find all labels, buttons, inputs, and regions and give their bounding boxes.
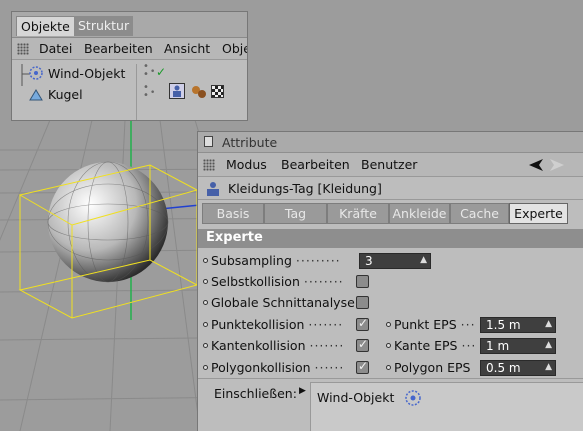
texture-tag-icon[interactable]: [211, 85, 224, 98]
menu-ansicht[interactable]: Ansicht: [164, 41, 210, 56]
punktkollision-row: Punktekollision ·······: [203, 317, 343, 332]
visibility-dots-icon[interactable]: • •: [143, 62, 149, 80]
cloth-tag-icon: [207, 182, 219, 196]
object-name-wind: Wind-Objekt: [48, 66, 126, 81]
selbstkollision-row: Selbstkollision ········: [203, 274, 344, 289]
animation-dot-icon[interactable]: [386, 322, 391, 327]
kante-eps-field[interactable]: 1 m ▲: [480, 338, 556, 354]
polygonkollision-row: Polygonkollision ······: [203, 360, 344, 375]
visibility-dots-icon[interactable]: • •: [143, 83, 149, 101]
kante-eps-value: 1 m: [486, 339, 510, 353]
menu-objekte[interactable]: Obje: [222, 41, 247, 56]
animation-dot-icon[interactable]: [203, 322, 208, 327]
enabled-check-icon[interactable]: ✓: [156, 65, 166, 79]
animation-dot-icon[interactable]: [203, 343, 208, 348]
polygonkollision-label: Polygonkollision: [211, 360, 311, 375]
subsampling-value: 3: [365, 254, 373, 268]
polygon-eps-value: 0.5 m: [486, 361, 521, 375]
object-name-kugel: Kugel: [48, 87, 83, 102]
tab-objekte[interactable]: Objekte: [16, 16, 75, 36]
material-tag-icon[interactable]: [190, 84, 208, 100]
visibility-dot-icon[interactable]: •: [150, 67, 155, 77]
punkt-eps-row: Punkt EPS ···: [386, 317, 476, 332]
section-title: Experte: [206, 230, 263, 245]
tab-cache[interactable]: Cache: [450, 203, 509, 224]
object-row-wind[interactable]: Wind-Objekt • • • ✓: [12, 62, 247, 120]
tab-ankleide[interactable]: Ankleide: [389, 203, 450, 224]
cloth-tag-icon[interactable]: [169, 83, 185, 99]
wind-object-icon: [29, 66, 43, 80]
punktkollision-checkbox[interactable]: [356, 316, 369, 331]
polygon-eps-row: Polygon EPS: [386, 360, 470, 375]
menu-datei[interactable]: Datei: [39, 41, 72, 56]
kantenkollision-row: Kantenkollision ·······: [203, 338, 344, 353]
menu-benutzer[interactable]: Benutzer: [361, 157, 417, 172]
globale-label: Globale Schnittanalyse: [211, 295, 355, 310]
animation-dot-icon[interactable]: [386, 365, 391, 370]
animation-dot-icon[interactable]: [203, 258, 208, 263]
subsampling-row: Subsampling ·········: [203, 253, 341, 268]
tab-tag[interactable]: Tag: [264, 203, 327, 224]
tag-header: Kleidungs-Tag [Kleidung]: [198, 178, 583, 200]
menu-bearbeiten[interactable]: Bearbeiten: [281, 157, 350, 172]
attribute-menubar: Modus Bearbeiten Benutzer: [198, 153, 583, 177]
panel-toggle-icon[interactable]: [204, 136, 213, 147]
punkt-eps-value: 1.5 m: [486, 318, 521, 332]
tab-experte[interactable]: Experte: [509, 203, 568, 224]
polygonkollision-checkbox[interactable]: [356, 359, 369, 374]
expand-arrow-icon[interactable]: ▶: [299, 386, 306, 396]
tab-struktur[interactable]: Struktur: [74, 16, 134, 36]
subsampling-field[interactable]: 3 ▲: [359, 253, 431, 269]
animation-dot-icon[interactable]: [203, 365, 208, 370]
attribute-manager-panel: Attribute Modus Bearbeiten Benutzer Klei…: [197, 131, 583, 431]
menu-modus[interactable]: Modus: [226, 157, 267, 172]
globale-row: Globale Schnittanalyse: [203, 295, 355, 310]
object-row-kugel[interactable]: Kugel • • •: [12, 83, 247, 105]
spinner-icon[interactable]: ▲: [545, 317, 552, 332]
grip-icon: [17, 43, 29, 55]
punkt-eps-field[interactable]: 1.5 m ▲: [480, 317, 556, 333]
subsampling-label: Subsampling: [211, 253, 292, 268]
kantenkollision-checkbox[interactable]: [356, 337, 369, 352]
polygon-eps-label: Polygon EPS: [394, 360, 471, 375]
wind-object-icon: [405, 390, 421, 406]
attribute-title-strip: Attribute: [198, 132, 583, 153]
globale-checkbox[interactable]: [356, 296, 369, 309]
spinner-icon[interactable]: ▲: [545, 338, 552, 353]
animation-dot-icon[interactable]: [203, 279, 208, 284]
kantenkollision-label: Kantenkollision: [211, 338, 306, 353]
punktkollision-label: Punktekollision: [211, 317, 305, 332]
attribute-tabs: Basis Tag Kräfte Ankleide Cache Experte: [202, 203, 568, 224]
object-manager-tabbar: Objekte Struktur: [12, 12, 247, 38]
spinner-icon[interactable]: ▲: [545, 360, 552, 375]
include-label: Einschließen:: [214, 386, 297, 401]
animation-dot-icon[interactable]: [203, 300, 208, 305]
tab-basis[interactable]: Basis: [202, 203, 264, 224]
menu-bearbeiten[interactable]: Bearbeiten: [84, 41, 153, 56]
include-list[interactable]: Wind-Objekt: [310, 382, 583, 431]
sphere-object-icon: [29, 89, 43, 101]
object-manager-panel: Objekte Struktur Datei Bearbeiten Ansich…: [11, 11, 248, 121]
kante-eps-label: Kante EPS: [394, 338, 458, 353]
visibility-dot-icon[interactable]: •: [150, 88, 155, 98]
divider: [198, 378, 583, 379]
punkt-eps-label: Punkt EPS: [394, 317, 457, 332]
section-header: Experte: [198, 229, 583, 248]
selbstkollision-checkbox[interactable]: [356, 275, 369, 288]
selbstkollision-label: Selbstkollision: [211, 274, 300, 289]
kante-eps-row: Kante EPS ···: [386, 338, 476, 353]
back-arrow-icon[interactable]: [529, 159, 543, 171]
include-item-label: Wind-Objekt: [317, 390, 395, 405]
spinner-icon[interactable]: ▲: [420, 253, 427, 268]
animation-dot-icon[interactable]: [386, 343, 391, 348]
attribute-panel-title: Attribute: [222, 135, 278, 150]
grip-icon: [203, 159, 215, 171]
object-manager-menubar: Datei Bearbeiten Ansicht Obje: [12, 38, 247, 60]
tag-title: Kleidungs-Tag [Kleidung]: [228, 181, 382, 196]
forward-arrow-icon[interactable]: [550, 159, 564, 171]
polygon-eps-field[interactable]: 0.5 m ▲: [480, 360, 556, 376]
tab-kraefte[interactable]: Kräfte: [327, 203, 389, 224]
